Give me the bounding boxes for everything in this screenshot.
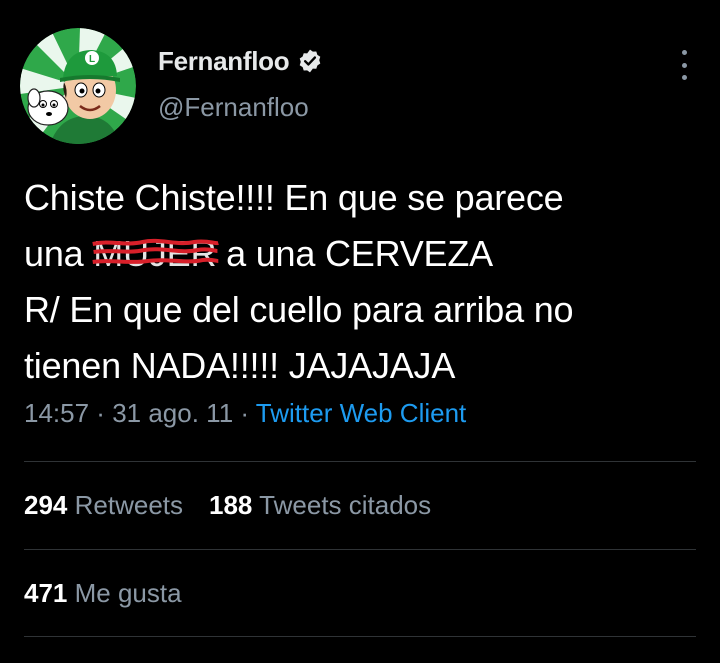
quotes-stat[interactable]: 188 Tweets citados xyxy=(209,490,431,520)
likes-label: Me gusta xyxy=(74,578,182,608)
dot xyxy=(681,62,687,68)
user-info: Fernanfloo @Fernanfloo xyxy=(158,44,323,123)
divider xyxy=(24,636,696,637)
quotes-label: Tweets citados xyxy=(259,490,432,520)
likes-count: 471 xyxy=(24,578,68,608)
svg-text:L: L xyxy=(89,54,95,65)
meta-separator: · xyxy=(89,398,113,428)
tweet-text: Chiste Chiste!!!! En que se parece una M… xyxy=(24,170,704,394)
likes-stats: 471 Me gusta xyxy=(24,578,182,609)
tweet-metadata: 14:57 · 31 ago. 11 · Twitter Web Client xyxy=(24,398,466,429)
red-scribble-icon xyxy=(92,238,220,264)
divider xyxy=(24,461,696,462)
engagement-stats: 294 Retweets 188 Tweets citados xyxy=(24,490,431,521)
retweets-label: Retweets xyxy=(74,490,184,520)
name-row: Fernanfloo xyxy=(158,44,323,78)
tweet-line-2-suffix: a una CERVEZA xyxy=(216,233,493,274)
tweet-line-3: R/ En que del cuello para arriba no xyxy=(24,289,574,330)
cartoon-avatar-icon: L xyxy=(20,28,136,144)
tweet-line-1: Chiste Chiste!!!! En que se parece xyxy=(24,177,564,218)
likes-stat[interactable]: 471 Me gusta xyxy=(24,578,182,608)
tweet-date[interactable]: 31 ago. 11 xyxy=(112,398,233,428)
tweet-line-2: una MUJER a una CERVEZA xyxy=(24,226,704,282)
tweet-line-2-prefix: una xyxy=(24,233,94,274)
dot xyxy=(681,50,687,55)
tweet-time[interactable]: 14:57 xyxy=(24,398,89,428)
quotes-count: 188 xyxy=(209,490,253,520)
client-link[interactable]: Twitter Web Client xyxy=(256,398,466,428)
tweet-card: L Fernanfloo @Fernanfloo Chiste Chiste!!… xyxy=(0,0,720,663)
meta-separator: · xyxy=(233,398,256,428)
more-options-icon[interactable] xyxy=(676,50,692,80)
dot xyxy=(681,75,687,80)
user-handle[interactable]: @Fernanfloo xyxy=(158,92,323,123)
retweets-stat[interactable]: 294 Retweets xyxy=(24,490,183,520)
scribbled-word: MUJER xyxy=(92,226,220,282)
avatar[interactable]: L xyxy=(20,28,136,144)
retweets-count: 294 xyxy=(24,490,68,520)
display-name[interactable]: Fernanfloo xyxy=(158,46,290,77)
tweet-line-4: tienen NADA!!!!! JAJAJAJA xyxy=(24,345,456,386)
verified-badge-icon xyxy=(297,48,323,74)
divider xyxy=(24,549,696,550)
